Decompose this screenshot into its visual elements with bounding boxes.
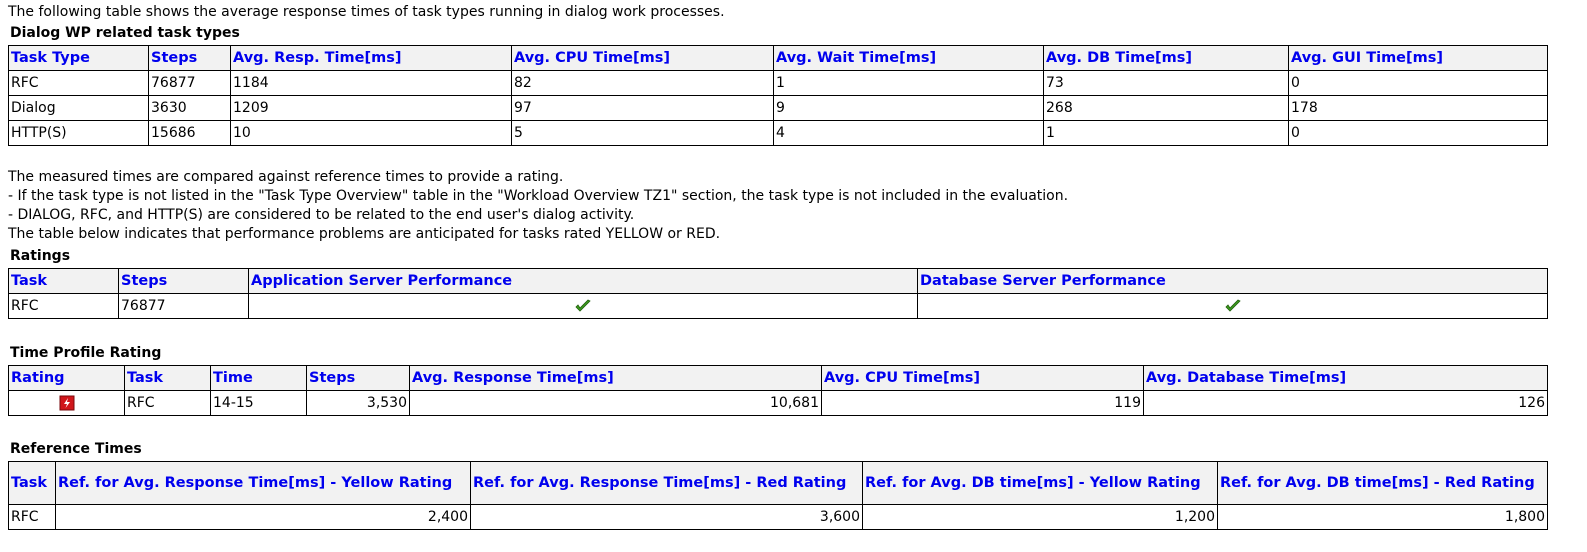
column-header: Rating — [8, 365, 125, 391]
reference-times-table: Task Ref. for Avg. Response Time[ms] - Y… — [8, 461, 1548, 530]
table-cell — [248, 293, 918, 319]
green-check-icon — [575, 299, 591, 312]
table-cell: 1209 — [230, 95, 512, 121]
table-cell: 268 — [1043, 95, 1289, 121]
table-cell: 1,800 — [1217, 504, 1548, 530]
column-header: Steps — [148, 45, 231, 71]
table-cell: 76877 — [118, 293, 249, 319]
column-header: Ref. for Avg. Response Time[ms] - Yellow… — [55, 461, 471, 505]
column-header: Application Server Performance — [248, 268, 918, 294]
table-cell: 10,681 — [409, 390, 822, 416]
table-row: RFC 76877 — [8, 293, 1548, 319]
table-row: RFC 14-15 3,530 10,681 119 126 — [8, 390, 1548, 416]
table-cell: 5 — [511, 120, 774, 146]
table-cell: 14-15 — [210, 390, 307, 416]
notes-line-1: The measured times are compared against … — [8, 169, 564, 185]
table-row: RFC 76877 1184 82 1 73 0 — [8, 70, 1548, 96]
table-cell: 76877 — [148, 70, 231, 96]
time-profile-title: Time Profile Rating — [10, 345, 162, 361]
intro-text: The following table shows the average re… — [8, 4, 725, 20]
table-cell — [917, 293, 1548, 319]
table-row: HTTP(S) 15686 10 5 4 1 0 — [8, 120, 1548, 146]
reference-times-title: Reference Times — [10, 441, 142, 457]
table-cell: 82 — [511, 70, 774, 96]
ratings-table: Task Steps Application Server Performanc… — [8, 268, 1548, 319]
table-cell: 1,200 — [862, 504, 1218, 530]
green-check-icon — [1224, 299, 1241, 312]
ratings-title: Ratings — [10, 248, 71, 264]
table-cell — [8, 390, 125, 416]
dialog-wp-title: Dialog WP related task types — [10, 25, 240, 41]
column-header: Avg. Database Time[ms] — [1143, 365, 1548, 391]
column-header: Steps — [118, 268, 249, 294]
table-cell: 4 — [773, 120, 1044, 146]
table-cell: Dialog — [8, 95, 149, 121]
table-cell: RFC — [8, 293, 119, 319]
column-header: Ref. for Avg. DB time[ms] - Yellow Ratin… — [862, 461, 1218, 505]
table-cell: 119 — [821, 390, 1144, 416]
column-header: Ref. for Avg. Response Time[ms] - Red Ra… — [470, 461, 863, 505]
table-cell: HTTP(S) — [8, 120, 149, 146]
column-header: Avg. CPU Time[ms] — [821, 365, 1144, 391]
table-cell: 1 — [1043, 120, 1289, 146]
column-header: Task — [8, 461, 56, 505]
time-profile-table: Rating Task Time Steps Avg. Response Tim… — [8, 365, 1548, 416]
column-header: Time — [210, 365, 307, 391]
table-cell: RFC — [8, 70, 149, 96]
column-header: Database Server Performance — [917, 268, 1548, 294]
table-cell: 1184 — [230, 70, 512, 96]
table-cell: 3,530 — [306, 390, 410, 416]
table-cell: 15686 — [148, 120, 231, 146]
table-cell: 10 — [230, 120, 512, 146]
column-header: Avg. GUI Time[ms] — [1288, 45, 1548, 71]
table-cell: 0 — [1288, 70, 1548, 96]
notes-line-3: - DIALOG, RFC, and HTTP(S) are considere… — [8, 207, 635, 223]
table-cell: 97 — [511, 95, 774, 121]
table-cell: RFC — [8, 504, 56, 530]
column-header: Task — [124, 365, 211, 391]
column-header: Task — [8, 268, 119, 294]
table-cell: 73 — [1043, 70, 1289, 96]
red-rating-icon — [59, 395, 74, 411]
table-header-row: Task Steps Application Server Performanc… — [8, 268, 1548, 294]
table-cell: 178 — [1288, 95, 1548, 121]
table-header-row: Task Ref. for Avg. Response Time[ms] - Y… — [8, 461, 1548, 505]
column-header: Task Type — [8, 45, 149, 71]
notes-line-4: The table below indicates that performan… — [8, 226, 721, 242]
column-header: Ref. for Avg. DB time[ms] - Red Rating — [1217, 461, 1548, 505]
dialog-wp-table: Task Type Steps Avg. Resp. Time[ms] Avg.… — [8, 45, 1548, 146]
column-header: Avg. Wait Time[ms] — [773, 45, 1044, 71]
table-cell: 1 — [773, 70, 1044, 96]
column-header: Avg. Resp. Time[ms] — [230, 45, 512, 71]
table-header-row: Rating Task Time Steps Avg. Response Tim… — [8, 365, 1548, 391]
column-header: Avg. DB Time[ms] — [1043, 45, 1289, 71]
column-header: Steps — [306, 365, 410, 391]
table-cell: 2,400 — [55, 504, 471, 530]
notes-line-2: - If the task type is not listed in the … — [8, 188, 1069, 204]
table-cell: 9 — [773, 95, 1044, 121]
column-header: Avg. CPU Time[ms] — [511, 45, 774, 71]
report-page: The following table shows the average re… — [0, 0, 1587, 552]
table-cell: RFC — [124, 390, 211, 416]
table-row: Dialog 3630 1209 97 9 268 178 — [8, 95, 1548, 121]
table-row: RFC 2,400 3,600 1,200 1,800 — [8, 504, 1548, 530]
column-header: Avg. Response Time[ms] — [409, 365, 822, 391]
table-header-row: Task Type Steps Avg. Resp. Time[ms] Avg.… — [8, 45, 1548, 71]
table-cell: 3,600 — [470, 504, 863, 530]
table-cell: 126 — [1143, 390, 1548, 416]
table-cell: 0 — [1288, 120, 1548, 146]
table-cell: 3630 — [148, 95, 231, 121]
